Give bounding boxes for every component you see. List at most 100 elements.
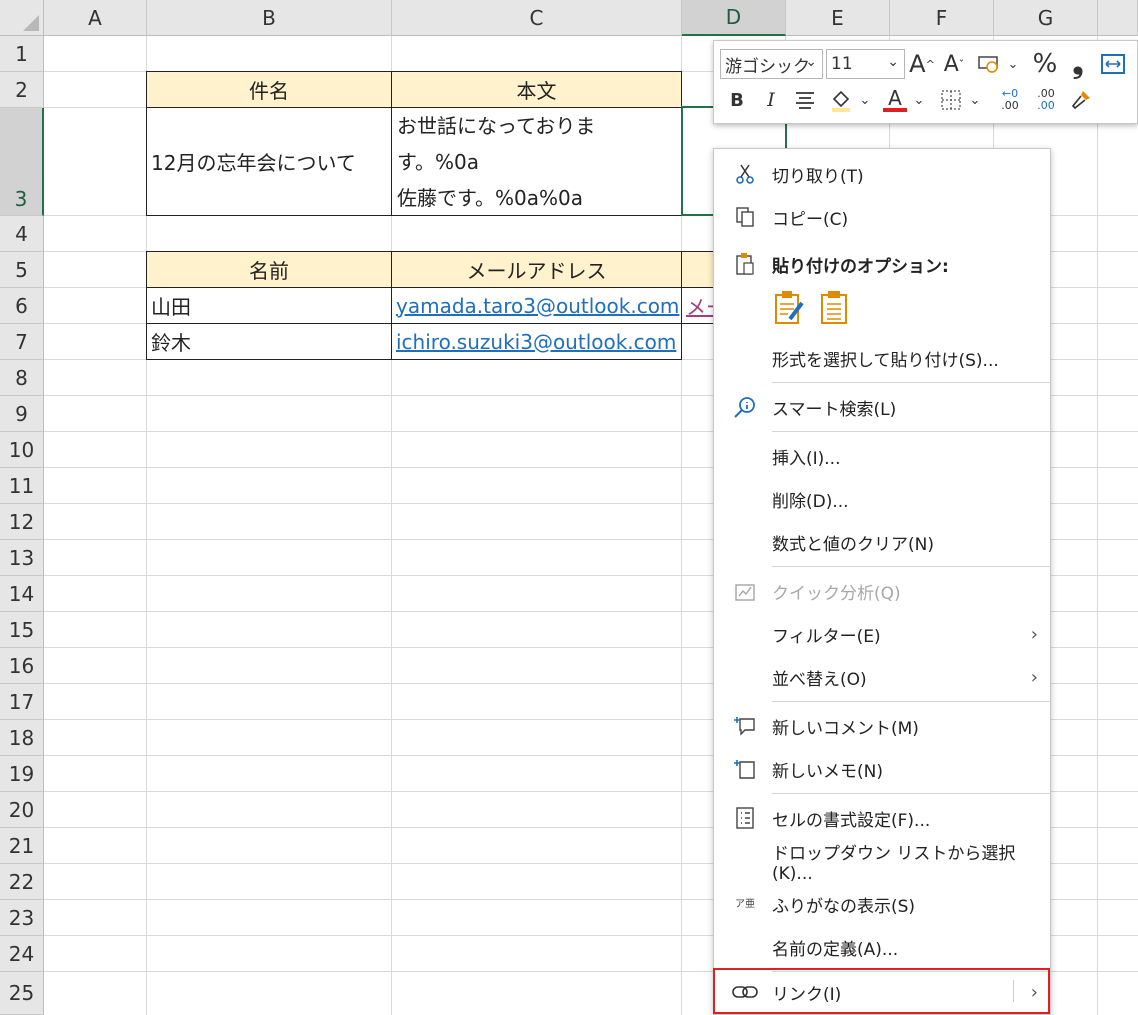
cell-c6-email[interactable]: yamada.taro3@outlook.com — [391, 287, 682, 324]
row-header-12[interactable]: 12 — [0, 504, 44, 540]
row-header-4[interactable]: 4 — [0, 216, 44, 252]
menu-item-format-cells[interactable]: セルの書式設定(F)... — [714, 798, 1050, 838]
row-header-8[interactable]: 8 — [0, 360, 44, 396]
row-header-24[interactable]: 24 — [0, 936, 44, 972]
menu-item-smart-lookup[interactable]: スマート検索(L) — [714, 387, 1050, 427]
cell-d6-mailto-link[interactable]: メー — [681, 287, 714, 324]
bold-button[interactable]: B — [724, 85, 750, 115]
cell-b6-name[interactable]: 山田 — [146, 287, 392, 324]
row-header-9[interactable]: 9 — [0, 396, 44, 432]
number-format-dropdown[interactable]: ⌄ — [1006, 51, 1020, 77]
cell-b7-name[interactable]: 鈴木 — [146, 323, 392, 360]
menu-item-copy[interactable]: コピー(C) — [714, 197, 1050, 237]
menu-label-sort: 並べ替え(O) — [772, 669, 867, 690]
row-header-1[interactable]: 1 — [0, 36, 44, 72]
column-header-c[interactable]: C — [392, 0, 682, 36]
menu-item-define-name[interactable]: 名前の定義(A)... — [714, 927, 1050, 967]
number-format-button[interactable] — [974, 49, 1004, 79]
select-all-corner[interactable] — [0, 0, 44, 36]
increase-decimal-button[interactable]: ←0.00 — [994, 85, 1026, 115]
row-header-16[interactable]: 16 — [0, 648, 44, 684]
body-line-1: お世話になっておりま — [397, 113, 596, 138]
grow-font-button[interactable]: A ^ — [908, 49, 936, 79]
row-header-21[interactable]: 21 — [0, 828, 44, 864]
cell-d5[interactable] — [681, 251, 714, 288]
cell-c2-body-header[interactable]: 本文 — [391, 71, 682, 108]
decrease-decimal-button[interactable]: .00.00 — [1030, 85, 1062, 115]
menu-item-new-note[interactable]: 新しいメモ(N) — [714, 749, 1050, 789]
paste-values-button[interactable] — [818, 289, 858, 329]
row-header-17[interactable]: 17 — [0, 684, 44, 720]
menu-item-paste-special[interactable]: 形式を選択して貼り付け(S)... — [714, 338, 1050, 378]
row-header-3[interactable]: 3 — [0, 108, 44, 216]
cell-b2-subject-header[interactable]: 件名 — [146, 71, 392, 108]
column-header-b[interactable]: B — [147, 0, 392, 36]
menu-item-insert[interactable]: 挿入(I)... — [714, 436, 1050, 476]
italic-button[interactable]: I — [758, 85, 784, 115]
cell-c5-email-header[interactable]: メールアドレス — [391, 251, 682, 288]
cell-b3-subject[interactable]: 12月の忘年会について — [146, 107, 392, 216]
menu-label-paste-options: 貼り付けのオプション: — [772, 256, 949, 277]
borders-button[interactable] — [936, 85, 966, 115]
row-header-5[interactable]: 5 — [0, 252, 44, 288]
borders-icon — [941, 90, 961, 110]
menu-item-filter[interactable]: フィルター(E) › — [714, 614, 1050, 654]
menu-item-cut[interactable]: 切り取り(T) — [714, 154, 1050, 194]
menu-label-clear-contents: 数式と値のクリア(N) — [772, 534, 934, 555]
shrink-font-button[interactable]: Aˇ — [940, 49, 968, 79]
column-header-a[interactable]: A — [44, 0, 147, 36]
menu-item-new-comment[interactable]: 新しいコメント(M) — [714, 706, 1050, 746]
row-header-23[interactable]: 23 — [0, 900, 44, 936]
row-header-13[interactable]: 13 — [0, 540, 44, 576]
menu-item-delete[interactable]: 削除(D)... — [714, 479, 1050, 519]
menu-label-new-comment: 新しいコメント(M) — [772, 718, 919, 739]
row-header-14[interactable]: 14 — [0, 576, 44, 612]
column-header-f[interactable]: F — [890, 0, 994, 36]
row-header-20[interactable]: 20 — [0, 792, 44, 828]
row-header-25[interactable]: 25 — [0, 972, 44, 1015]
percent-style-button[interactable]: % — [1030, 49, 1060, 79]
cell-c3-body[interactable]: お世話になっておりま す。%0a 佐藤です。%0a%0a — [391, 107, 682, 216]
comma-style-button[interactable]: ❟ — [1064, 47, 1092, 80]
row-header-2[interactable]: 2 — [0, 72, 44, 108]
percent-icon: % — [1032, 49, 1058, 79]
font-color-button[interactable]: A — [880, 85, 910, 115]
format-painter-button[interactable] — [1066, 85, 1096, 115]
borders-dropdown[interactable]: ⌄ — [968, 87, 982, 113]
new-comment-icon — [732, 713, 758, 739]
font-color-icon: A — [888, 86, 902, 110]
menu-label-show-furigana: ふりがなの表示(S) — [772, 896, 916, 917]
menu-label-define-name: 名前の定義(A)... — [772, 939, 899, 960]
column-header-e[interactable]: E — [786, 0, 890, 36]
column-header-g[interactable]: G — [994, 0, 1098, 36]
column-header-d[interactable]: D — [682, 0, 786, 36]
row-header-22[interactable]: 22 — [0, 864, 44, 900]
column-header-h[interactable] — [1098, 0, 1138, 36]
menu-item-dropdown-list[interactable]: ドロップダウン リストから選択(K)... — [714, 841, 1050, 884]
fill-color-button[interactable] — [826, 85, 856, 115]
row-header-10[interactable]: 10 — [0, 432, 44, 468]
font-color-swatch — [883, 108, 907, 112]
font-size-select[interactable]: 11 ⌄ — [826, 49, 905, 79]
cell-c7-email[interactable]: ichiro.suzuki3@outlook.com — [391, 323, 682, 360]
format-cells-icon — [732, 805, 758, 831]
decrease-decimal-icon: .00 — [1037, 99, 1055, 112]
menu-item-sort[interactable]: 並べ替え(O) › — [714, 657, 1050, 697]
gridline — [1097, 36, 1098, 1015]
align-center-button[interactable] — [790, 85, 820, 115]
fill-color-dropdown[interactable]: ⌄ — [858, 87, 872, 113]
cell-b5-name-header[interactable]: 名前 — [146, 251, 392, 288]
paste-formatting-button[interactable] — [772, 289, 812, 329]
row-header-19[interactable]: 19 — [0, 756, 44, 792]
row-header-15[interactable]: 15 — [0, 612, 44, 648]
row-header-7[interactable]: 7 — [0, 324, 44, 360]
merge-center-button[interactable] — [1098, 49, 1128, 79]
row-header-11[interactable]: 11 — [0, 468, 44, 504]
row-header-6[interactable]: 6 — [0, 288, 44, 324]
menu-item-clear-contents[interactable]: 数式と値のクリア(N) — [714, 522, 1050, 562]
menu-item-show-furigana[interactable]: ア亜 ふりがなの表示(S) — [714, 884, 1050, 924]
paint-bucket-icon — [832, 90, 850, 112]
font-color-dropdown[interactable]: ⌄ — [912, 87, 926, 113]
font-name-select[interactable]: 游ゴシック ⌄ — [720, 49, 823, 79]
row-header-18[interactable]: 18 — [0, 720, 44, 756]
